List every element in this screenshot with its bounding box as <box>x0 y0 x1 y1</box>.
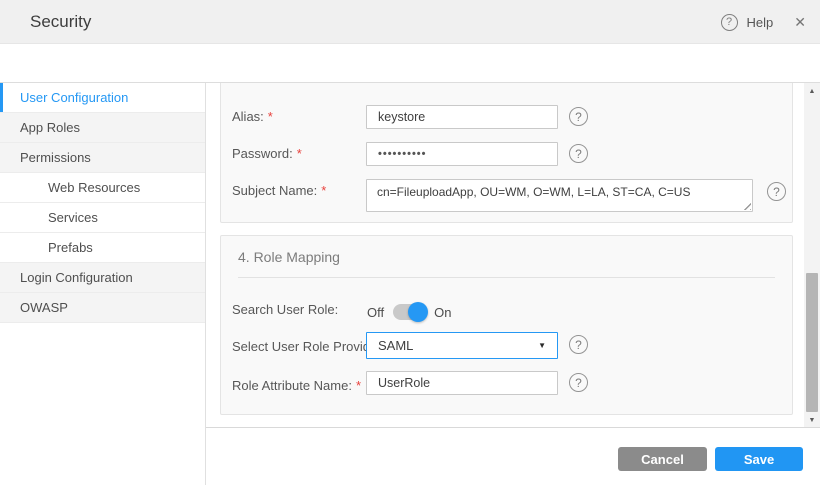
required-asterisk: * <box>356 378 361 393</box>
password-input[interactable] <box>366 142 558 166</box>
role-attribute-name-label: Role Attribute Name:* <box>232 378 361 393</box>
vertical-scrollbar[interactable]: ▲ ▼ <box>804 83 820 428</box>
search-user-role-toggle[interactable] <box>393 304 425 320</box>
page-title: Security <box>30 12 91 32</box>
content-scroll-area: Alias:* ? Password:* ? Subject Name:* cn… <box>206 83 820 428</box>
help-link[interactable]: Help <box>747 15 774 30</box>
search-user-role-on-label: On <box>434 305 451 320</box>
save-button[interactable]: Save <box>715 447 803 471</box>
help-icon[interactable]: ? <box>721 14 738 31</box>
role-attribute-name-input[interactable] <box>366 371 558 395</box>
required-asterisk: * <box>297 146 302 161</box>
subject-name-help-icon[interactable]: ? <box>767 182 786 201</box>
provider-help-icon[interactable]: ? <box>569 335 588 354</box>
selected-option: SAML <box>378 338 413 353</box>
sidebar-item-app-roles[interactable]: App Roles <box>0 113 205 143</box>
alias-help-icon[interactable]: ? <box>569 107 588 126</box>
user-role-provider-label: Select User Role Provider: <box>232 339 385 354</box>
header-bar: Security ? Help ✕ <box>0 0 820 44</box>
alias-input[interactable] <box>366 105 558 129</box>
header-actions: ? Help ✕ <box>721 0 806 44</box>
close-icon[interactable]: ✕ <box>794 14 806 31</box>
user-role-provider-select[interactable]: SAML ▼ <box>366 332 558 359</box>
role-mapping-heading: 4. Role Mapping <box>238 249 340 265</box>
sidebar-item-owasp[interactable]: OWASP <box>0 293 205 323</box>
password-help-icon[interactable]: ? <box>569 144 588 163</box>
search-user-role-toggle-group: Off On <box>367 304 451 320</box>
scroll-down-icon[interactable]: ▼ <box>804 414 820 426</box>
toggle-knob <box>408 302 428 322</box>
sidebar-item-services[interactable]: Services <box>0 203 205 233</box>
authentication-row: Authentication: Off On <box>0 44 820 83</box>
sidebar-nav: User Configuration App Roles Permissions… <box>0 83 206 485</box>
role-attribute-help-icon[interactable]: ? <box>569 373 588 392</box>
section-divider <box>238 277 775 278</box>
sidebar-item-login-configuration[interactable]: Login Configuration <box>0 263 205 293</box>
sidebar-item-web-resources[interactable]: Web Resources <box>0 173 205 203</box>
password-label: Password:* <box>232 146 302 161</box>
sidebar-item-user-configuration[interactable]: User Configuration <box>0 83 205 113</box>
subject-name-textarea[interactable]: cn=FileuploadApp, OU=WM, O=WM, L=LA, ST=… <box>366 179 753 212</box>
resize-grip-icon[interactable] <box>742 201 751 210</box>
search-user-role-off-label: Off <box>367 305 384 320</box>
scroll-up-icon[interactable]: ▲ <box>804 85 820 97</box>
security-settings-window: Security ? Help ✕ Authentication: Off On… <box>0 0 820 485</box>
required-asterisk: * <box>321 183 326 198</box>
cancel-button[interactable]: Cancel <box>618 447 707 471</box>
required-asterisk: * <box>268 109 273 124</box>
dropdown-caret-icon: ▼ <box>538 341 546 350</box>
search-user-role-label: Search User Role: <box>232 302 338 317</box>
subject-name-label: Subject Name:* <box>232 183 326 198</box>
sidebar-item-prefabs[interactable]: Prefabs <box>0 233 205 263</box>
alias-label: Alias:* <box>232 109 273 124</box>
scrollbar-thumb[interactable] <box>806 273 818 412</box>
sidebar-item-permissions[interactable]: Permissions <box>0 143 205 173</box>
